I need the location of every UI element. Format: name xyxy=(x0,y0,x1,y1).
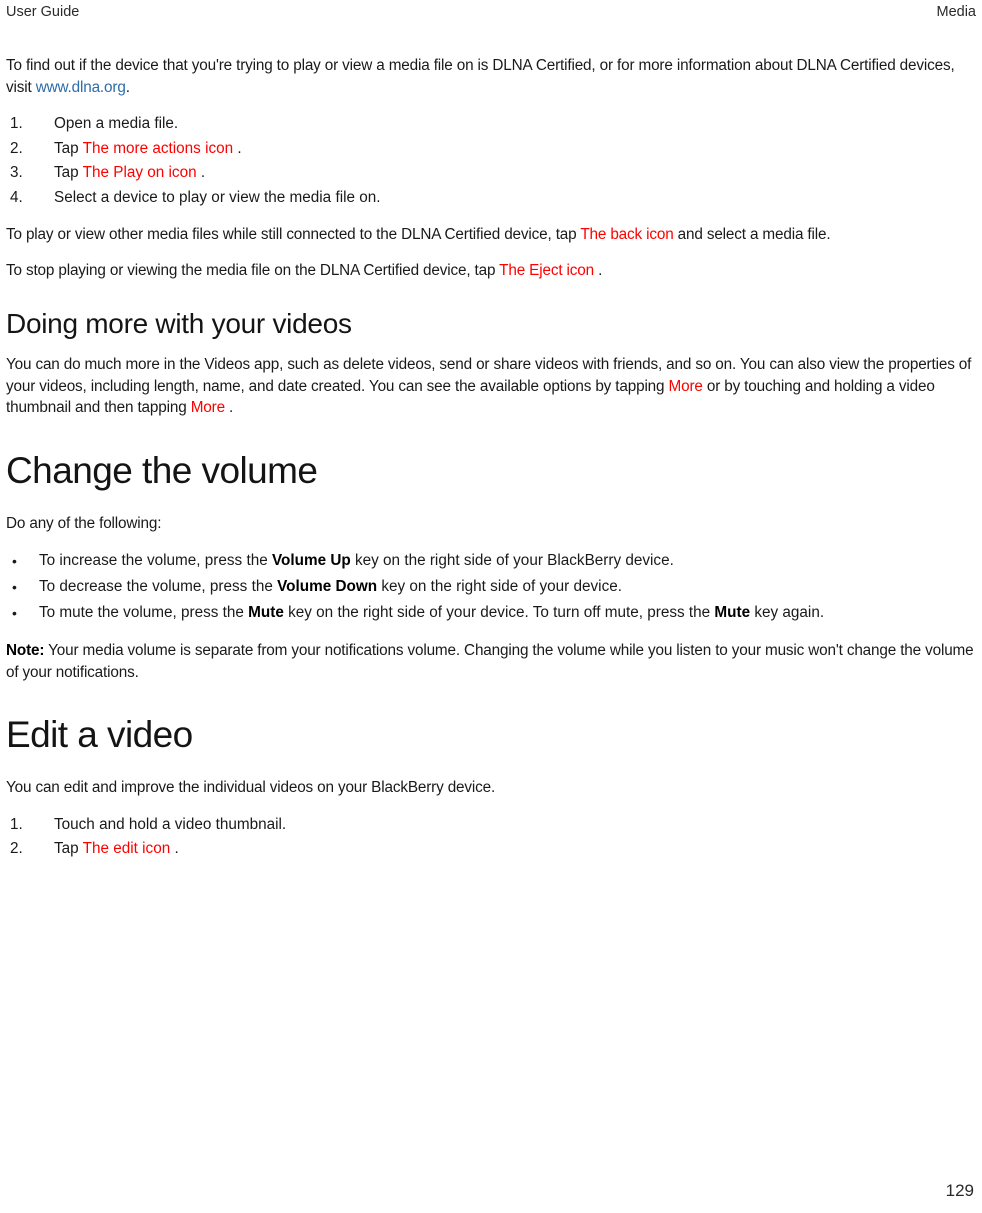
note-label: Note: xyxy=(6,642,45,659)
edit-video-intro: You can edit and improve the individual … xyxy=(6,779,496,796)
dlna-website-link[interactable]: www.dlna.org xyxy=(36,79,126,96)
list-item: • To increase the volume, press the Volum… xyxy=(6,548,976,574)
running-header: User Guide Media xyxy=(0,0,982,28)
paragraph-text-after: and select a media file. xyxy=(673,226,831,243)
step-number: 2. xyxy=(10,139,23,157)
bullet-text-after: key on the right side of your device. xyxy=(377,578,622,595)
eject-icon: The Eject icon xyxy=(499,261,594,279)
step-text-after: . xyxy=(233,139,242,157)
step-text-before: Tap xyxy=(54,164,83,181)
step-text-before: Select a device to play or view the medi… xyxy=(54,188,381,206)
edit-video-steps-list: 1. Touch and hold a video thumbnail. 2. Ta… xyxy=(6,813,976,862)
bullet-icon: • xyxy=(12,579,17,595)
page-content: To find out if the device that you're tr… xyxy=(6,55,976,1153)
bullet-text-after: key on the right side of your BlackBerry… xyxy=(350,552,674,569)
step-text-before: Open a media file. xyxy=(54,115,179,132)
play-other-media-paragraph: To play or view other media files while … xyxy=(6,224,976,246)
page-number: 129 xyxy=(945,1181,974,1200)
more-icon: More xyxy=(190,399,225,416)
dlna-intro-text-part1: To find out if the device that you're tr… xyxy=(6,57,955,96)
bullet-text-after-2: key again. xyxy=(750,604,825,621)
bullet-text-before: To increase the volume, press the xyxy=(39,552,272,569)
dlna-intro-text-part2: . xyxy=(125,78,130,96)
list-item: 2. Tap The edit icon . xyxy=(6,837,976,862)
volume-bullet-list: • To increase the volume, press the Volum… xyxy=(6,548,976,626)
mute-key-label-second: Mute xyxy=(714,604,751,621)
step-text-after: . xyxy=(196,164,206,181)
bullet-icon: • xyxy=(12,605,17,621)
list-item: 1. Touch and hold a video thumbnail. xyxy=(6,813,976,838)
bullet-text-before: To decrease the volume, press the xyxy=(39,578,278,595)
dlna-steps-list: 1. Open a media file. 2. Tap The more acti… xyxy=(6,112,976,210)
back-icon: The back icon xyxy=(580,226,674,243)
more-icon: More xyxy=(668,377,703,395)
volume-note-paragraph: Note: Your media volume is separate from… xyxy=(6,640,976,683)
paragraph-text-before: To play or view other media files while … xyxy=(6,226,581,243)
heading-edit-a-video: Edit a video xyxy=(6,714,193,755)
play-on-icon: The Play on icon xyxy=(82,164,197,181)
step-number: 3. xyxy=(10,164,23,181)
step-number: 1. xyxy=(10,815,23,833)
bullet-icon: • xyxy=(12,553,17,569)
dlna-intro-paragraph: To find out if the device that you're tr… xyxy=(6,55,976,98)
list-item: • To decrease the volume, press the Volum… xyxy=(6,574,976,600)
step-text-after: . xyxy=(170,840,179,857)
heading-change-the-volume: Change the volume xyxy=(6,449,318,491)
list-item: 3. Tap The Play on icon . xyxy=(6,161,976,186)
change-volume-lead: Do any of the following: xyxy=(6,514,162,532)
list-item: • To mute the volume, press the Mute key … xyxy=(6,600,976,626)
document-page: User Guide Media To find out if the devi… xyxy=(0,0,982,1213)
heading-doing-more-with-your-videos: Doing more with your videos xyxy=(6,308,352,339)
paragraph-text-after: . xyxy=(224,399,234,416)
step-number: 2. xyxy=(10,840,23,857)
list-item: 1. Open a media file. xyxy=(6,112,976,137)
bullet-text-before: To mute the volume, press the xyxy=(39,604,249,621)
header-section-title: Media xyxy=(936,4,977,20)
paragraph-text-before: To stop playing or viewing the media fil… xyxy=(6,261,500,279)
doing-more-paragraph: You can do much more in the Videos app, … xyxy=(6,354,976,419)
volume-down-key-label: Volume Down xyxy=(277,578,378,595)
more-actions-icon: The more actions icon xyxy=(82,139,234,157)
step-number: 4. xyxy=(10,188,23,206)
list-item: 2. Tap The more actions icon . xyxy=(6,137,976,162)
stop-playing-paragraph: To stop playing or viewing the media fil… xyxy=(6,260,976,282)
step-number: 1. xyxy=(10,115,23,132)
step-text-before: Tap xyxy=(54,139,83,157)
volume-up-key-label: Volume Up xyxy=(271,552,351,569)
edit-icon: The edit icon xyxy=(82,840,171,857)
step-text-before: Tap xyxy=(54,840,83,857)
header-document-title: User Guide xyxy=(6,4,80,20)
note-text: Your media volume is separate from your … xyxy=(6,642,974,681)
step-text-before: Touch and hold a video thumbnail. xyxy=(54,815,287,833)
paragraph-text-after: . xyxy=(593,261,603,279)
bullet-text-after: key on the right side of your device. To… xyxy=(283,604,715,621)
list-item: 4. Select a device to play or view the me… xyxy=(6,186,976,211)
mute-key-label: Mute xyxy=(248,604,284,621)
